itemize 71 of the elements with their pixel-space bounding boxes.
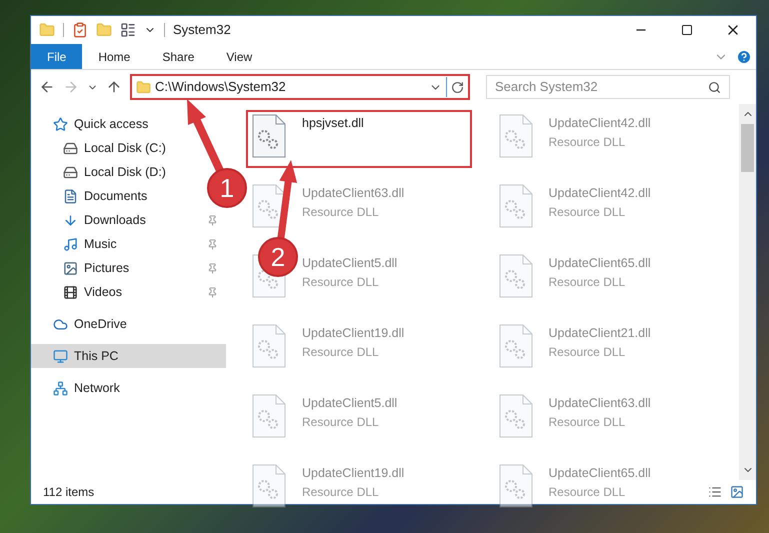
search-field[interactable]: Search System32 <box>486 75 730 99</box>
file-type: Resource DLL <box>302 344 380 361</box>
file-gear-icon <box>498 184 532 228</box>
address-text: C:\Windows\System32 <box>155 78 287 96</box>
large-icons-view-icon[interactable] <box>730 485 744 499</box>
file-gear-icon <box>252 324 286 368</box>
file-type: Resource DLL <box>302 204 380 221</box>
file-type: Resource DLL <box>548 274 626 291</box>
window-title: System32 <box>173 21 231 40</box>
up-icon[interactable] <box>106 79 122 95</box>
film-icon <box>63 284 78 300</box>
drive-icon <box>63 164 78 180</box>
nav-item[interactable]: Quick access <box>31 112 226 136</box>
file-gear-icon <box>252 114 286 158</box>
help-icon[interactable] <box>736 48 752 64</box>
maximize-icon <box>681 24 693 36</box>
ribbon-tab[interactable]: View <box>210 44 268 69</box>
file-type: Resource DLL <box>302 484 380 501</box>
drive-icon <box>63 140 78 156</box>
ribbon-tab[interactable]: File <box>31 44 82 69</box>
file-gear-icon <box>498 394 532 438</box>
file-gear-icon <box>498 464 532 508</box>
nav-item[interactable]: Local Disk (D:) <box>63 160 166 184</box>
search-input[interactable]: Search System32 <box>495 77 708 97</box>
nav-item[interactable]: Music <box>63 232 117 256</box>
file-type: Resource DLL <box>302 274 380 291</box>
nav-item[interactable]: Network <box>31 376 226 400</box>
file-type: Resource DLL <box>548 414 626 431</box>
folder-icon <box>136 80 151 94</box>
nav-item[interactable]: OneDrive <box>31 312 226 336</box>
picture-icon <box>63 260 78 276</box>
down-arrow-icon <box>63 212 78 228</box>
file-type: Resource DLL <box>302 414 380 431</box>
refresh-icon[interactable] <box>451 80 464 94</box>
file-type: Resource DLL <box>548 134 626 151</box>
file-type: Resource DLL <box>548 484 626 501</box>
address-bar[interactable]: C:\Windows\System32 <box>130 74 470 100</box>
file-name[interactable]: hpsjvset.dll <box>302 114 364 133</box>
document-icon <box>63 188 78 204</box>
network-icon <box>53 380 68 396</box>
pin-icon[interactable] <box>207 238 218 250</box>
cloud-icon <box>53 316 68 332</box>
file-type: Resource DLL <box>548 204 626 221</box>
pin-icon[interactable] <box>207 286 218 298</box>
music-note-icon <box>63 236 78 252</box>
search-icon[interactable] <box>708 80 721 94</box>
back-icon[interactable] <box>39 79 55 95</box>
scroll-thumb[interactable] <box>741 124 754 172</box>
scrollbar[interactable] <box>739 104 756 480</box>
file-gear-icon <box>498 324 532 368</box>
file-gear-icon <box>252 464 286 508</box>
pin-icon[interactable] <box>207 262 218 274</box>
file-gear-icon <box>252 394 286 438</box>
pin-icon[interactable] <box>207 214 218 226</box>
file-gear-icon <box>498 254 532 298</box>
nav-item[interactable]: Pictures <box>63 256 130 280</box>
status-text: 112 items <box>43 484 94 501</box>
details-view-icon[interactable] <box>708 485 722 499</box>
ribbon-tab[interactable]: Home <box>82 44 146 69</box>
nav-item[interactable]: Videos <box>63 280 122 304</box>
ribbon-tab[interactable]: Share <box>146 44 210 69</box>
checklist-icon[interactable] <box>72 22 88 38</box>
file-gear-icon <box>498 114 532 158</box>
star-icon <box>53 116 68 132</box>
nav-item[interactable]: Local Disk (C:) <box>63 136 166 160</box>
nav-item[interactable]: This PC <box>31 344 226 368</box>
nav-item[interactable]: Downloads <box>63 208 146 232</box>
file-type: Resource DLL <box>548 344 626 361</box>
nav-item[interactable]: Documents <box>63 184 148 208</box>
monitor-icon <box>53 348 68 364</box>
properties-icon[interactable] <box>120 22 136 38</box>
